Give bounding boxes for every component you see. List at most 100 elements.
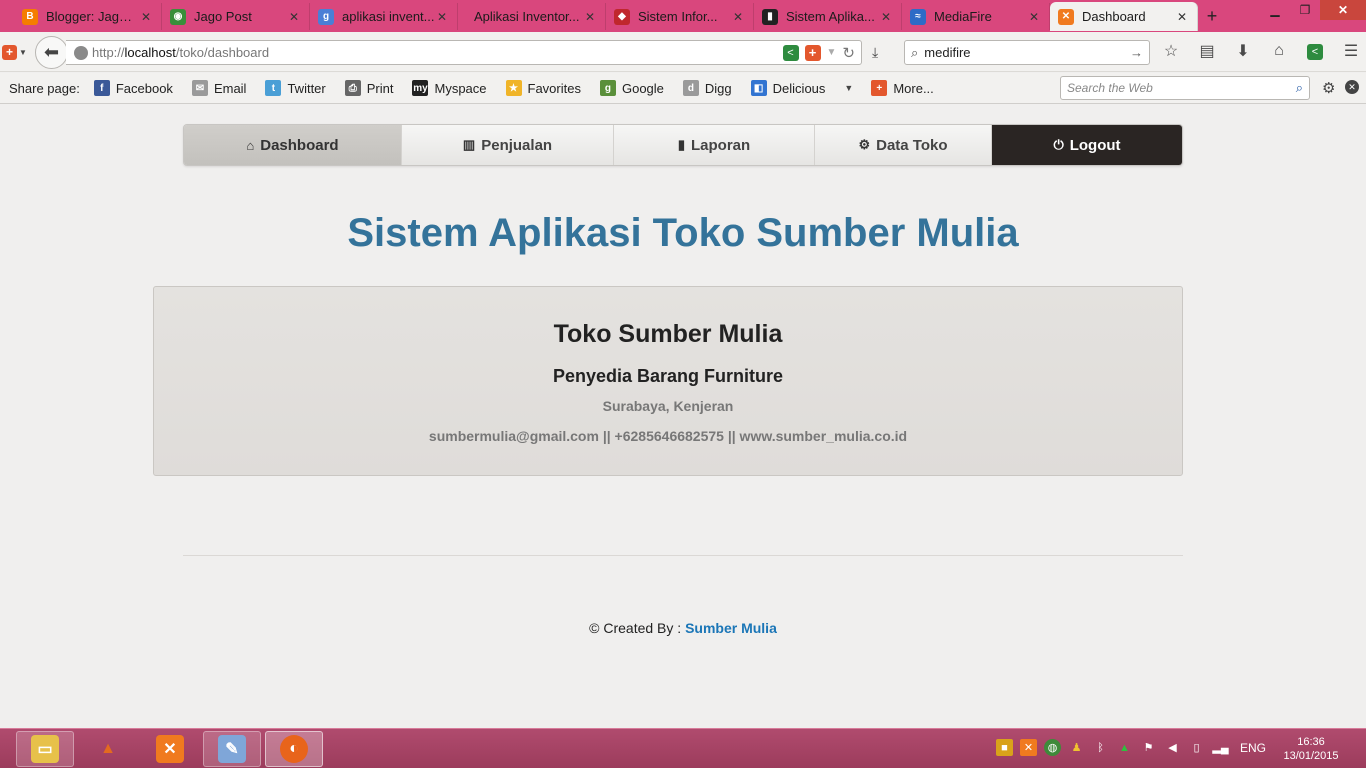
search-input[interactable]: medifire [924, 45, 970, 60]
share-icon[interactable]: < [782, 44, 799, 61]
share-item[interactable]: g Google [599, 80, 664, 96]
url-text[interactable]: http://localhost/toko/dashboard [92, 45, 269, 60]
search-bar[interactable]: ⌕ medifire → [904, 40, 1150, 65]
share-more-label: More... [893, 80, 934, 96]
menu-dashboard-label: Dashboard [260, 136, 339, 154]
share-item[interactable]: my Myspace [412, 80, 487, 96]
web-search-input[interactable]: Search the Web ⌕ [1060, 76, 1310, 100]
downloads-icon[interactable]: ⬇ [1232, 41, 1254, 61]
share-item[interactable]: f Facebook [93, 80, 173, 96]
browser-tab[interactable]: ✕ Dashboard ✕ [1050, 2, 1198, 31]
chrome-icon: ◉ [170, 8, 186, 25]
share-item[interactable]: d Digg [682, 80, 732, 96]
taskbar-matlab[interactable]: ▲ [79, 731, 137, 767]
bookmark-star-icon[interactable]: ☆ [1160, 41, 1182, 61]
share-addon-icon[interactable]: < [1304, 42, 1326, 60]
network-globe-icon[interactable]: ◍ [1044, 739, 1061, 756]
close-tab-icon[interactable]: ✕ [287, 10, 301, 24]
chevron-down-icon[interactable]: ▼ [844, 83, 853, 93]
close-window-icon[interactable]: ✕ [1320, 0, 1366, 20]
plus-icon[interactable]: + [804, 44, 821, 61]
share-more[interactable]: + More... [871, 80, 934, 96]
xampp-tray-icon[interactable]: ✕ [1020, 739, 1037, 756]
store-address: Surabaya, Kenjeran [602, 398, 734, 414]
menu-data-toko[interactable]: ⚙ Data Toko [815, 125, 992, 165]
menu-dashboard[interactable]: ⌂ Dashboard [184, 125, 402, 165]
gear-icon[interactable]: ⚙ [1322, 79, 1335, 97]
dropdown-triangle-icon[interactable]: ▼ [827, 47, 837, 58]
tab-title: Aplikasi Inventor... [474, 9, 580, 24]
reload-icon[interactable]: ↻ [842, 44, 855, 62]
myspace-icon: my [412, 80, 429, 96]
plus-icon: + [871, 80, 888, 96]
browser-tab[interactable]: ◆ Sistem Infor... ✕ [606, 3, 754, 30]
menu-laporan[interactable]: ▮ Laporan [614, 125, 815, 165]
close-tab-icon[interactable]: ✕ [139, 10, 153, 24]
restore-icon[interactable]: ❐ [1290, 0, 1320, 20]
share-item[interactable]: ⎙ Print [344, 80, 393, 96]
footer: © Created By : Sumber Mulia [0, 620, 1366, 636]
taskbar-xampp[interactable]: ✕ [141, 731, 199, 767]
warning-icon[interactable]: ▲ [1116, 739, 1133, 756]
minimize-icon[interactable]: ▁ [1260, 0, 1290, 20]
back-arrow-icon: ⬅ [43, 42, 60, 62]
browser-tab[interactable]: ▮ Sistem Aplika... ✕ [754, 3, 902, 30]
facebook-icon: f [93, 80, 110, 96]
share-item-label: Facebook [115, 80, 173, 96]
share-items: f Facebook ✉ Email t Twitter ⎙ Print my Myspace ★ F… [93, 80, 845, 96]
signal-icon[interactable]: ▂▄ [1212, 739, 1229, 756]
bookmarks-list-icon[interactable]: ▤ [1196, 41, 1218, 61]
browser-tab[interactable]: ◉ Jago Post ✕ [162, 3, 310, 30]
close-tab-icon[interactable]: ✕ [1027, 10, 1041, 24]
menu-logout[interactable]: ⏻ Logout [992, 125, 1182, 165]
addon-button[interactable]: + ▼ [2, 43, 30, 61]
address-bar[interactable]: http://localhost/toko/dashboard < + ▼ ↻ [66, 40, 862, 65]
globe-icon [74, 45, 88, 60]
tab-title: Jago Post [194, 9, 252, 24]
digg-icon: d [682, 80, 699, 96]
language-indicator[interactable]: ENG [1240, 741, 1266, 755]
tray-app-icon[interactable]: ■ [996, 739, 1013, 756]
footer-credit: © Created By : [589, 620, 682, 636]
share-item-label: Google [621, 80, 664, 96]
menu-penjualan[interactable]: ▥ Penjualan [402, 125, 614, 165]
close-tab-icon[interactable]: ✕ [731, 10, 745, 24]
browser-tab[interactable]: B Blogger: Jago ... ✕ [14, 3, 162, 30]
users-icon[interactable]: ♟ [1068, 739, 1085, 756]
menu-icon[interactable]: ☰ [1340, 41, 1362, 61]
footer-author-link[interactable]: Sumber Mulia [685, 620, 777, 636]
share-item[interactable]: ✉ Email [191, 80, 246, 96]
share-item[interactable]: t Twitter [265, 80, 326, 96]
taskbar-explorer[interactable]: ▭ [16, 731, 74, 767]
close-toolbar-icon[interactable]: ✕ [1345, 80, 1359, 94]
close-tab-icon[interactable]: ✕ [1175, 10, 1189, 24]
browser-tab[interactable]: ≈ MediaFire ✕ [902, 3, 1050, 30]
clock[interactable]: 16:36 13/01/2015 [1280, 735, 1342, 763]
speaker-icon[interactable]: ◀ [1164, 739, 1181, 756]
back-button[interactable]: ⬅ [35, 36, 68, 69]
share-page-label: Share page: [9, 80, 80, 96]
close-tab-icon[interactable]: ✕ [583, 10, 597, 24]
flag-icon[interactable]: ⚑ [1140, 739, 1157, 756]
new-tab-button[interactable]: + [1198, 3, 1226, 30]
share-item[interactable]: ◧ Delicious [750, 80, 825, 96]
store-info-panel: Toko Sumber Mulia Penyedia Barang Furnit… [153, 286, 1183, 476]
star-icon: ★ [505, 80, 522, 96]
search-go-icon[interactable]: → [1130, 45, 1143, 60]
taskbar-firefox[interactable]: ◐ [265, 731, 323, 767]
browser-tab[interactable]: g aplikasi invent... ✕ [310, 3, 458, 30]
clock-date: 13/01/2015 [1283, 750, 1339, 762]
url-scheme: http:// [92, 45, 125, 60]
close-tab-icon[interactable]: ✕ [879, 10, 893, 24]
bluetooth-icon[interactable]: ᛒ [1092, 739, 1109, 756]
barcode-icon: ▥ [462, 137, 476, 152]
close-tab-icon[interactable]: ✕ [435, 10, 449, 24]
battery-icon[interactable]: ▯ [1188, 739, 1205, 756]
taskbar-paint[interactable]: ✎ [203, 731, 261, 767]
share-item-label: Twitter [287, 80, 326, 96]
home-icon[interactable]: ⌂ [1268, 42, 1290, 60]
share-item[interactable]: ★ Favorites [505, 80, 581, 96]
search-icon[interactable]: ⌕ [1296, 80, 1303, 96]
browser-tab[interactable]: Aplikasi Inventor... ✕ [458, 3, 606, 30]
download-icon[interactable]: ⤓ [872, 44, 878, 61]
